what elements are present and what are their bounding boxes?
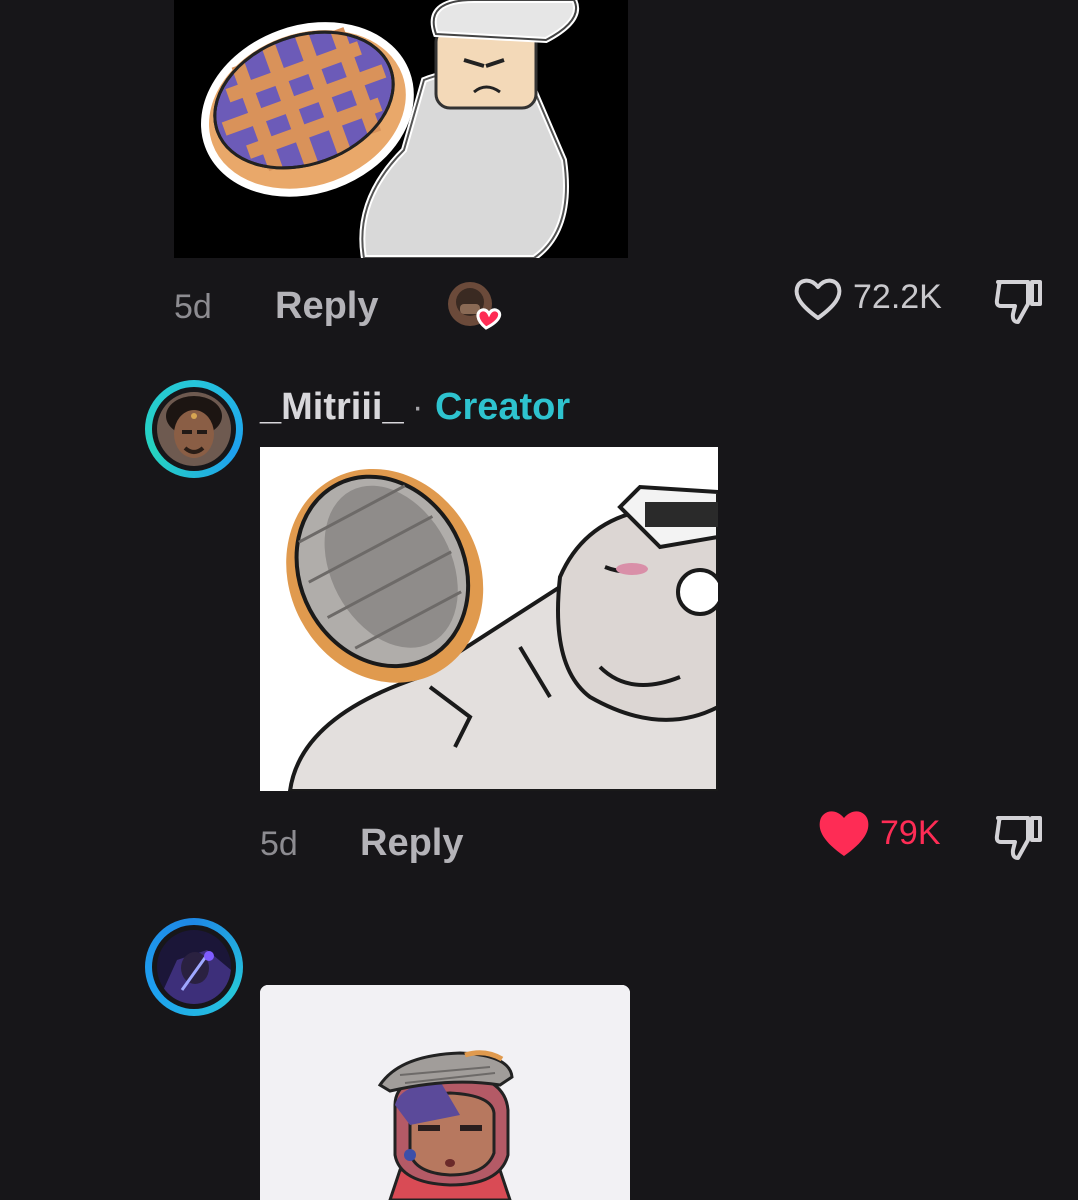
comment-3-avatar[interactable] xyxy=(145,918,243,1016)
comment-2-username[interactable]: _Mitriii_ xyxy=(260,386,404,429)
heart-filled-icon xyxy=(819,811,869,856)
pie-chef-drawing xyxy=(174,0,628,258)
username-separator: · xyxy=(412,388,424,426)
comment-2-dislike-button[interactable] xyxy=(992,808,1046,862)
comments-page: 5d Reply 72.2K _Mitriii_ · Creator 5d Re… xyxy=(0,0,1078,1200)
comment-1-dislike-button[interactable] xyxy=(992,272,1046,326)
dislike-icon xyxy=(994,280,1042,324)
comment-2-avatar[interactable] xyxy=(145,380,243,478)
comment-2-like-count: 79K xyxy=(880,814,941,852)
comment-1-time: 5d xyxy=(174,288,212,326)
comment-2-time: 5d xyxy=(260,825,298,863)
chef-with-pie-drawing xyxy=(260,447,718,791)
creator-badge: Creator xyxy=(435,386,571,428)
chef-portrait-drawing xyxy=(260,985,630,1200)
comment-1-sticker-image[interactable] xyxy=(174,0,628,258)
comment-1-like-count: 72.2K xyxy=(853,278,942,316)
comment-3-sticker-image[interactable] xyxy=(260,985,630,1200)
comment-1-reply-button[interactable]: Reply xyxy=(275,285,378,328)
comment-2-like-button[interactable] xyxy=(816,806,872,860)
comment-2-sticker-image[interactable] xyxy=(260,447,718,791)
comment-2-reply-button[interactable]: Reply xyxy=(360,822,463,865)
dislike-icon xyxy=(994,816,1042,860)
creator-liked-badge-icon xyxy=(446,280,502,332)
avatar-image xyxy=(157,392,231,466)
avatar-image xyxy=(157,930,231,1004)
comment-1-like-button[interactable] xyxy=(792,274,844,324)
heart-outline-icon xyxy=(794,278,842,320)
